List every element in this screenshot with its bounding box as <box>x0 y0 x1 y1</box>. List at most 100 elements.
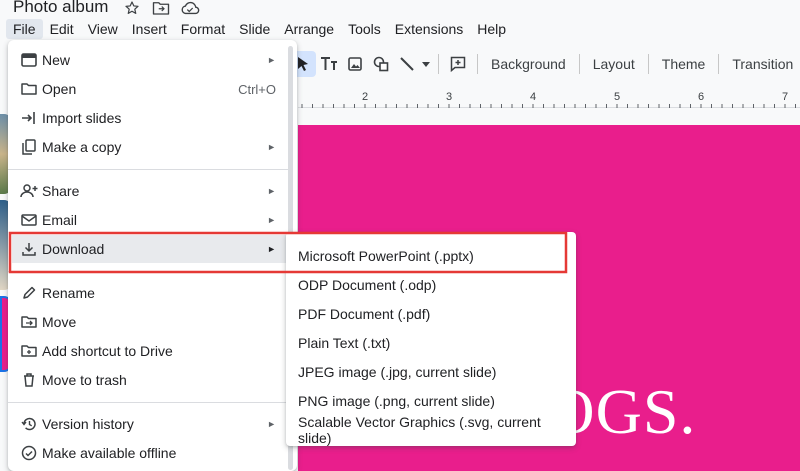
folder-open-icon <box>20 80 38 98</box>
menu-item-label: Move to trash <box>42 372 127 388</box>
menu-item-label: Share <box>42 183 80 199</box>
shape-icon[interactable] <box>368 51 394 77</box>
email-icon <box>20 211 38 229</box>
submenu-arrow-icon: ► <box>267 142 276 152</box>
download-png-option[interactable]: PNG image (.png, current slide) <box>286 386 576 415</box>
menu-item-label: Rename <box>42 285 95 301</box>
line-dropdown-icon[interactable] <box>420 51 432 77</box>
submenu-arrow-icon: ► <box>267 186 276 196</box>
submenu-item-label: PDF Document (.pdf) <box>298 305 431 322</box>
transition-button[interactable]: Transition <box>725 51 800 77</box>
menu-item-make-available-offline[interactable]: Make available offline <box>8 439 288 467</box>
menu-item-label: Add shortcut to Drive <box>42 343 173 359</box>
submenu-item-label: PNG image (.png, current slide) <box>298 392 495 409</box>
menu-item-label: Import slides <box>42 110 122 126</box>
ruler-label: 4 <box>530 91 536 103</box>
menu-divider <box>8 271 288 272</box>
download-svg-option[interactable]: Scalable Vector Graphics (.svg, current … <box>286 413 576 446</box>
new-slides-icon <box>20 51 38 69</box>
ruler-ticks: 2 3 4 5 6 7 <box>301 91 796 108</box>
menu-item-make-a-copy[interactable]: Make a copy ► <box>8 133 288 161</box>
menu-item-add-shortcut-to-drive[interactable]: Add shortcut to Drive <box>8 337 288 365</box>
comment-add-icon[interactable] <box>445 51 471 77</box>
person-add-icon <box>20 182 38 200</box>
download-txt-option[interactable]: Plain Text (.txt) <box>286 328 576 357</box>
ruler-label: 6 <box>698 91 704 103</box>
layout-button[interactable]: Layout <box>586 51 642 77</box>
menu-file[interactable]: File <box>6 19 43 39</box>
line-icon[interactable] <box>394 51 420 77</box>
menu-item-rename[interactable]: Rename <box>8 279 288 307</box>
menu-item-share[interactable]: Share ► <box>8 177 288 205</box>
text-box-icon[interactable] <box>316 51 342 77</box>
star-icon[interactable] <box>122 0 142 16</box>
submenu-item-label: ODP Document (.odp) <box>298 276 437 293</box>
menu-item-move[interactable]: Move <box>8 308 288 336</box>
download-pdf-option[interactable]: PDF Document (.pdf) <box>286 299 576 328</box>
pencil-icon <box>20 284 38 302</box>
history-icon <box>20 415 38 433</box>
image-icon[interactable] <box>342 51 368 77</box>
offline-icon <box>20 444 38 462</box>
menu-format[interactable]: Format <box>174 19 232 39</box>
menu-slide[interactable]: Slide <box>232 19 277 39</box>
submenu-item-label: JPEG image (.jpg, current slide) <box>298 363 497 380</box>
submenu-arrow-icon: ► <box>267 55 276 65</box>
theme-button[interactable]: Theme <box>655 51 713 77</box>
menu-item-download[interactable]: Download ► <box>12 235 288 263</box>
toolbar-divider <box>438 54 439 74</box>
download-odp-option[interactable]: ODP Document (.odp) <box>286 270 576 299</box>
background-button[interactable]: Background <box>484 51 573 77</box>
menu-item-label: Download <box>42 241 105 257</box>
menu-edit[interactable]: Edit <box>43 19 81 39</box>
document-title[interactable]: Photo album <box>13 0 108 17</box>
menu-bar: File Edit View Insert Format Slide Arran… <box>6 18 513 40</box>
title-row: Photo album <box>0 0 800 18</box>
trash-icon <box>20 371 38 389</box>
ruler-label: 5 <box>614 91 620 103</box>
toolbar-divider <box>578 54 580 74</box>
import-icon <box>20 109 38 127</box>
submenu-item-label: Scalable Vector Graphics (.svg, current … <box>298 413 541 446</box>
menu-help[interactable]: Help <box>470 19 513 39</box>
menu-item-label: New <box>42 52 71 68</box>
file-menu: New ► Open Ctrl+O Import slides Make a c… <box>8 40 297 471</box>
menu-arrange[interactable]: Arrange <box>277 19 341 39</box>
horizontal-ruler: 2 3 4 5 6 7 <box>298 88 800 108</box>
menu-view[interactable]: View <box>81 19 125 39</box>
download-jpg-option[interactable]: JPEG image (.jpg, current slide) <box>286 357 576 386</box>
toolbar-divider <box>647 54 649 74</box>
menu-item-version-history[interactable]: Version history ► <box>8 410 288 438</box>
keyboard-shortcut: Ctrl+O <box>238 81 276 97</box>
ruler-label: 2 <box>362 91 368 103</box>
submenu-item-label: Microsoft PowerPoint (.pptx) <box>298 247 474 264</box>
menu-tools[interactable]: Tools <box>341 19 388 39</box>
submenu-item-label: Plain Text (.txt) <box>298 334 391 351</box>
menu-item-label: Make a copy <box>42 139 122 155</box>
menu-item-label: Version history <box>42 416 134 432</box>
download-pptx-option[interactable]: Microsoft PowerPoint (.pptx) <box>286 241 576 270</box>
ruler-label: 3 <box>446 91 452 103</box>
toolbar-divider <box>477 54 478 74</box>
download-submenu: Microsoft PowerPoint (.pptx) ODP Documen… <box>286 232 576 446</box>
move-to-folder-icon[interactable] <box>151 0 171 16</box>
copy-icon <box>20 138 38 156</box>
menu-item-import-slides[interactable]: Import slides <box>8 104 288 132</box>
menu-item-move-to-trash[interactable]: Move to trash <box>8 366 288 394</box>
menu-item-label: Email <box>42 212 78 228</box>
submenu-arrow-icon: ► <box>267 419 276 429</box>
drive-shortcut-icon <box>20 342 38 360</box>
menu-extensions[interactable]: Extensions <box>388 19 470 39</box>
menu-item-new[interactable]: New ► <box>8 46 288 74</box>
menu-divider <box>8 169 288 170</box>
menu-divider <box>8 402 288 403</box>
submenu-arrow-icon: ► <box>267 215 276 225</box>
toolbar-divider <box>718 54 720 74</box>
menu-item-label: Open <box>42 81 77 97</box>
menu-item-email[interactable]: Email ► <box>8 206 288 234</box>
menu-insert[interactable]: Insert <box>125 19 174 39</box>
menu-item-open[interactable]: Open Ctrl+O <box>8 75 288 103</box>
cloud-saved-icon[interactable] <box>180 0 200 16</box>
move-folder-icon <box>20 313 38 331</box>
menu-item-label: Make available offline <box>42 445 177 461</box>
